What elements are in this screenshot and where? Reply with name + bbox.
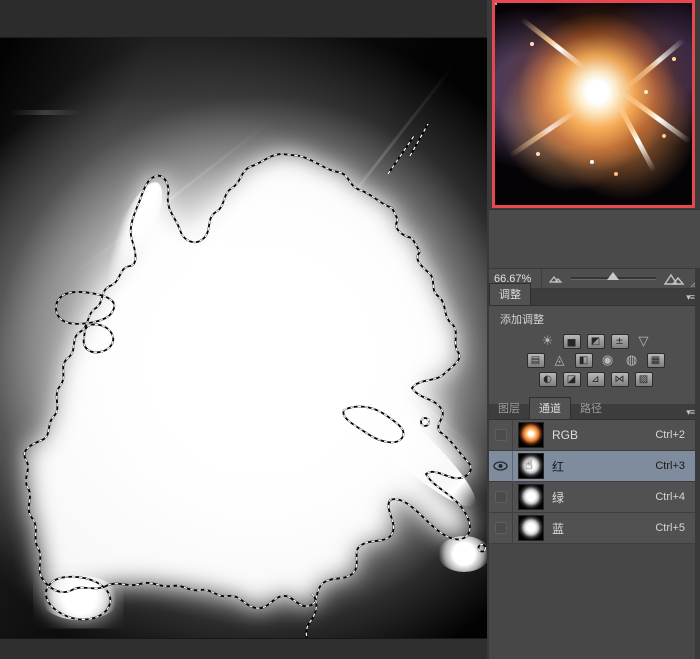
- eye-icon: [493, 461, 508, 471]
- panel-menu-icon[interactable]: ▾≡: [686, 407, 694, 418]
- document-canvas[interactable]: [0, 38, 487, 638]
- add-adjustment-label: 添加调整: [489, 306, 700, 330]
- exposure-icon[interactable]: ±: [611, 334, 629, 349]
- zoom-in-icon[interactable]: [663, 272, 685, 285]
- eye-well: [495, 429, 507, 441]
- eye-well: [495, 491, 507, 503]
- channel-shortcut: Ctrl+3: [655, 460, 685, 472]
- pasteboard-top: [0, 0, 487, 38]
- adjustment-icon-row: ◐ ◪ ⊿ ⋈ ▨: [489, 372, 700, 387]
- panel-menu-icon[interactable]: ▾≡: [686, 292, 694, 303]
- channel-row-rgb[interactable]: RGB Ctrl+2: [489, 420, 697, 451]
- visibility-cell[interactable]: [489, 513, 513, 544]
- photoshop-window: 66.67% 调整 ▾≡ 添加调整 ☀: [0, 0, 700, 659]
- spark-dots: [495, 3, 497, 5]
- eye-well: [495, 522, 507, 534]
- curves-icon[interactable]: ◩: [587, 334, 605, 349]
- channel-shortcut: Ctrl+4: [655, 491, 685, 503]
- channel-thumbnail[interactable]: [518, 484, 544, 510]
- tab-channels[interactable]: 通道: [529, 397, 571, 419]
- visibility-cell[interactable]: [489, 420, 513, 451]
- selection-marching-ants: [0, 38, 487, 638]
- levels-icon[interactable]: ▅: [563, 334, 581, 349]
- threshold-icon[interactable]: ⊿: [587, 372, 605, 387]
- channel-thumbnail[interactable]: [518, 422, 544, 448]
- channels-empty-area: [489, 544, 697, 655]
- navigator-spacer: [489, 209, 700, 268]
- visibility-cell[interactable]: [489, 451, 513, 482]
- panel-right-gutter: [695, 268, 700, 659]
- brightness-contrast-icon[interactable]: ☀: [539, 334, 557, 349]
- hand-cursor-icon: ☝: [524, 457, 532, 472]
- channel-shortcut: Ctrl+5: [655, 522, 685, 534]
- panel-column: 66.67% 调整 ▾≡ 添加调整 ☀: [487, 0, 700, 659]
- tab-adjustments[interactable]: 调整: [489, 283, 531, 305]
- adjustments-tab-bar: 调整 ▾≡: [489, 289, 700, 306]
- channel-shortcut: Ctrl+2: [655, 429, 685, 441]
- channel-row-blue[interactable]: 蓝 Ctrl+5: [489, 513, 697, 544]
- color-balance-icon[interactable]: ◬: [551, 353, 569, 368]
- navigator-preview[interactable]: [492, 0, 695, 208]
- tab-layers[interactable]: 图层: [489, 398, 529, 419]
- posterize-icon[interactable]: ◪: [563, 372, 581, 387]
- channel-label: RGB: [552, 428, 578, 442]
- channels-tab-bar: 图层 通道 路径 ▾≡: [489, 404, 700, 420]
- vibrance-icon[interactable]: ▽: [635, 334, 653, 349]
- hue-saturation-icon[interactable]: ▤: [527, 353, 545, 368]
- channel-label: 红: [552, 458, 564, 475]
- adjustments-panel: 添加调整 ☀ ▅ ◩ ± ▽ ▤ ◬ ◧ ◉ ◍ ▦ ◐ ◪ ⊿ ⋈ ▨: [489, 306, 700, 404]
- channels-panel: RGB Ctrl+2 ☝ 红 Ctrl+3: [489, 420, 700, 655]
- channel-row-green[interactable]: 绿 Ctrl+4: [489, 482, 697, 513]
- tab-paths[interactable]: 路径: [571, 398, 611, 419]
- visibility-cell[interactable]: [489, 482, 513, 513]
- photo-filter-icon[interactable]: ◉: [599, 353, 617, 368]
- channel-label: 绿: [552, 489, 564, 506]
- channel-label: 蓝: [552, 520, 564, 537]
- navigator-panel: [489, 0, 700, 209]
- channel-thumbnail[interactable]: [518, 515, 544, 541]
- explosion-thumbnail: [495, 3, 692, 205]
- invert-icon[interactable]: ◐: [539, 372, 557, 387]
- selective-color-icon[interactable]: ⋈: [611, 372, 629, 387]
- channel-mixer-icon[interactable]: ◍: [623, 353, 641, 368]
- color-lookup-icon[interactable]: ▦: [647, 353, 665, 368]
- gradient-map-icon[interactable]: ▨: [635, 372, 653, 387]
- black-white-icon[interactable]: ◧: [575, 353, 593, 368]
- adjustment-icon-row: ▤ ◬ ◧ ◉ ◍ ▦: [489, 353, 700, 368]
- canvas-area: [0, 0, 487, 659]
- zoom-out-icon[interactable]: [548, 274, 564, 283]
- zoom-slider-thumb[interactable]: [607, 272, 619, 280]
- zoom-slider[interactable]: [571, 277, 656, 280]
- channel-thumbnail[interactable]: ☝: [518, 453, 544, 479]
- divider: [541, 269, 542, 288]
- pasteboard-bottom: [0, 638, 487, 659]
- adjustment-icon-row: ☀ ▅ ◩ ± ▽: [489, 334, 700, 349]
- channel-row-red[interactable]: ☝ 红 Ctrl+3: [489, 451, 697, 482]
